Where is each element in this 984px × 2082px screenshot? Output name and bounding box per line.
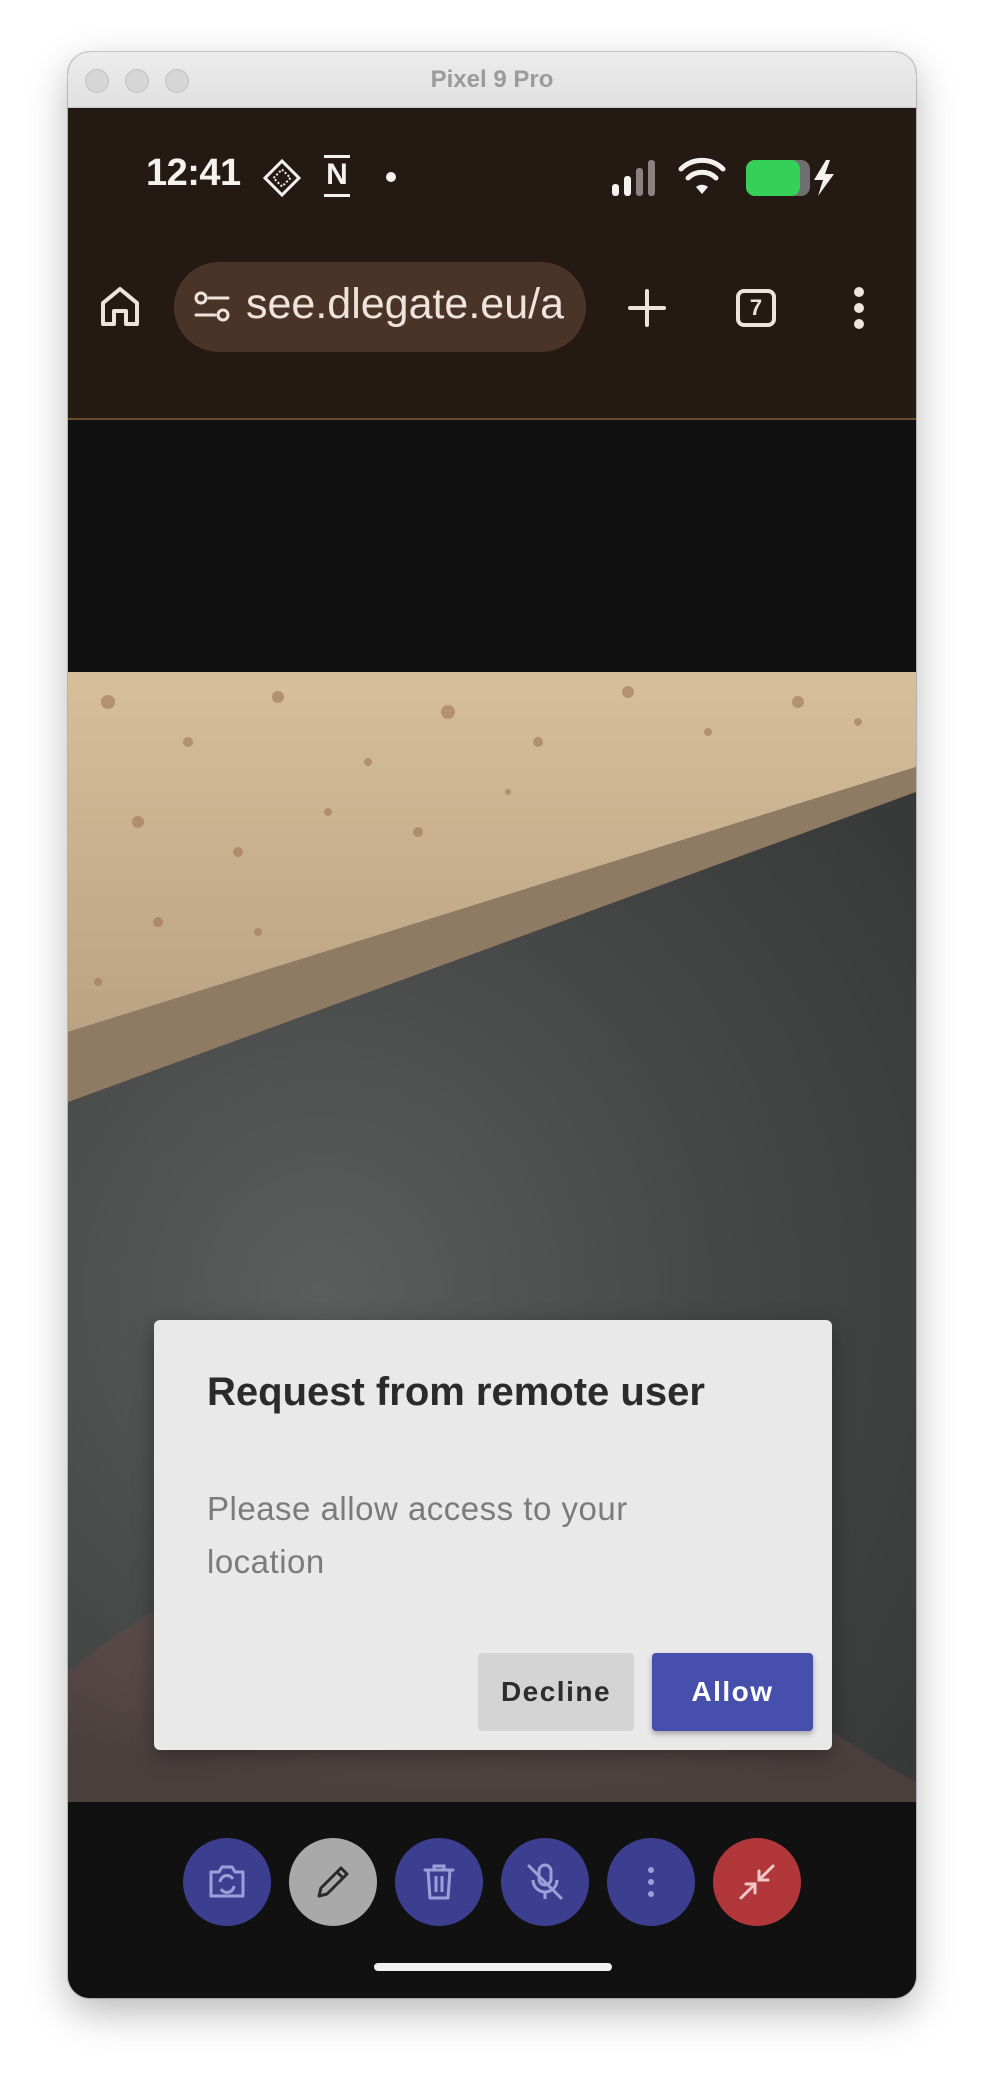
web-content: Request from remote user Please allow ac… xyxy=(68,422,916,1998)
minimize-call-button[interactable] xyxy=(713,1838,801,1926)
minimize-icon xyxy=(739,1864,775,1900)
new-tab-icon[interactable] xyxy=(627,288,667,328)
mic-off-icon xyxy=(527,1863,563,1900)
trash-icon xyxy=(423,1864,455,1900)
status-time: 12:41 xyxy=(146,152,241,194)
pencil-icon xyxy=(317,1866,349,1898)
wifi-icon xyxy=(678,157,726,194)
dialog-message: Please allow access to your location xyxy=(207,1490,628,1580)
mute-microphone-button[interactable] xyxy=(501,1838,589,1926)
flip-camera-button[interactable] xyxy=(183,1838,271,1926)
url-bar[interactable]: see.dlegate.eu/a xyxy=(174,262,586,352)
draw-button[interactable] xyxy=(289,1838,377,1926)
more-options-button[interactable] xyxy=(607,1838,695,1926)
app-notification-icon xyxy=(262,158,302,198)
tab-switcher-button[interactable]: 7 xyxy=(736,289,776,327)
site-settings-icon[interactable] xyxy=(194,290,230,324)
window-title: Pixel 9 Pro xyxy=(430,66,554,93)
more-vertical-icon xyxy=(648,1867,654,1897)
url-text[interactable]: see.dlegate.eu/a xyxy=(246,280,576,329)
window-titlebar: Pixel 9 Pro xyxy=(68,52,916,108)
browser-menu-icon[interactable] xyxy=(852,286,866,330)
delete-button[interactable] xyxy=(395,1838,483,1926)
battery-charging-icon xyxy=(746,160,834,196)
notion-icon: N xyxy=(324,155,350,197)
home-gesture-bar[interactable] xyxy=(374,1963,612,1971)
flip-camera-icon xyxy=(209,1865,245,1898)
decline-button[interactable]: Decline xyxy=(478,1653,634,1731)
device-window: Pixel 9 Pro 12:41 N see.dlegate.eu/a 7 R… xyxy=(68,52,916,1998)
dialog-title: Request from remote user xyxy=(207,1370,705,1414)
permission-dialog: Request from remote user Please allow ac… xyxy=(154,1320,832,1750)
notification-dot-icon xyxy=(386,172,396,182)
home-icon[interactable] xyxy=(98,284,142,328)
allow-button[interactable]: Allow xyxy=(652,1653,813,1731)
cellular-signal-icon xyxy=(612,160,655,196)
